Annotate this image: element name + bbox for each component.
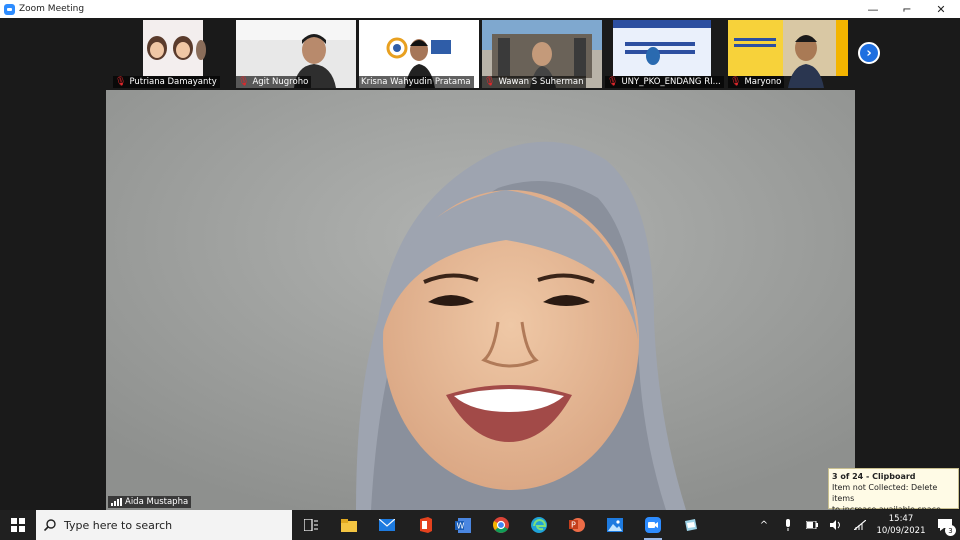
active-speaker-video: Aida Mustapha <box>106 90 855 510</box>
notification-count-badge: 3 <box>945 525 956 536</box>
task-view-icon <box>304 519 318 531</box>
participant-tile[interactable]: 🎙 Wawan S Suherman <box>482 20 602 88</box>
speaker-nametag: Aida Mustapha <box>108 496 192 508</box>
action-center-button[interactable]: 3 <box>930 510 960 540</box>
word-button[interactable]: W <box>444 510 482 540</box>
participant-nametag: 🎙 Agit Nugroho <box>236 76 312 88</box>
office-icon <box>420 517 432 533</box>
word-icon: W <box>455 517 471 533</box>
clipboard-notification[interactable]: 3 of 24 - Clipboard Item not Collected: … <box>828 468 959 514</box>
participant-nametag: 🎙 UNY_PKO_ENDANG RI... <box>605 76 724 88</box>
window-title: Zoom Meeting <box>19 4 85 14</box>
close-button[interactable]: ✕ <box>924 0 958 18</box>
meeting-stage: 🎙 Putriana Damayanty 🎙 Agit Nugroho Kris… <box>0 18 960 510</box>
powerpoint-icon: P <box>569 518 585 532</box>
mail-button[interactable] <box>368 510 406 540</box>
photos-icon <box>607 518 623 532</box>
show-hidden-icons-button[interactable]: ^ <box>752 510 776 540</box>
title-bar: Zoom Meeting <box>0 0 960 18</box>
participant-nametag: 🎙 Maryono <box>728 76 785 88</box>
participant-nametag: 🎙 Wawan S Suherman <box>482 76 587 88</box>
chrome-icon <box>493 517 509 533</box>
taskbar-search-box[interactable]: Type here to search <box>36 510 292 540</box>
search-icon <box>44 519 56 531</box>
chrome-button[interactable] <box>482 510 520 540</box>
muted-mic-icon: 🎙 <box>115 77 127 87</box>
participant-gallery: 🎙 Putriana Damayanty 🎙 Agit Nugroho Kris… <box>113 20 851 88</box>
app-icon <box>685 519 697 531</box>
svg-text:W: W <box>457 521 465 530</box>
participant-nametag: 🎙 Putriana Damayanty <box>113 76 220 88</box>
search-placeholder: Type here to search <box>64 518 173 532</box>
photos-button[interactable] <box>596 510 634 540</box>
file-explorer-button[interactable] <box>330 510 368 540</box>
powerpoint-button[interactable]: P <box>558 510 596 540</box>
office-button[interactable] <box>406 510 444 540</box>
participant-tile[interactable]: 🎙 Agit Nugroho <box>236 20 356 88</box>
participant-tile[interactable]: 🎙 Putriana Damayanty <box>113 20 233 88</box>
system-clock[interactable]: 15:47 10/09/2021 <box>872 513 930 537</box>
speaker-video-frame <box>106 90 855 510</box>
participant-tile[interactable]: 🎙 Maryono <box>728 20 848 88</box>
maximize-button[interactable]: ⌐ <box>890 0 924 18</box>
battery-icon[interactable] <box>800 510 824 540</box>
volume-icon[interactable] <box>824 510 848 540</box>
zoom-app-icon <box>645 517 661 533</box>
microphone-icon[interactable] <box>776 510 800 540</box>
pinned-app-button[interactable] <box>672 510 710 540</box>
system-tray: ^ 15:47 10/09/2021 3 <box>752 510 960 540</box>
edge-button[interactable] <box>520 510 558 540</box>
muted-mic-icon: 🎙 <box>484 77 496 87</box>
muted-mic-icon: 🎙 <box>730 77 742 87</box>
task-view-button[interactable] <box>292 510 330 540</box>
zoom-taskbar-button[interactable] <box>634 510 672 540</box>
windows-taskbar: Type here to search W P ^ 15:47 10/09/20… <box>0 510 960 540</box>
edge-icon <box>531 517 547 533</box>
windows-logo-icon <box>11 518 25 532</box>
mail-icon <box>379 519 395 531</box>
clock-date: 10/09/2021 <box>876 526 926 536</box>
participant-nametag: Krisna Wahyudin Pratama <box>359 76 474 88</box>
minimize-button[interactable]: — <box>856 0 890 18</box>
start-button[interactable] <box>0 510 36 540</box>
participant-tile[interactable]: 🎙 UNY_PKO_ENDANG RI... <box>605 20 725 88</box>
clipboard-header: 3 of 24 - Clipboard <box>832 472 916 481</box>
next-page-button[interactable]: › <box>858 42 880 64</box>
clock-time: 15:47 <box>888 514 914 524</box>
network-icon[interactable] <box>848 510 872 540</box>
signal-strength-icon <box>111 498 122 506</box>
muted-mic-icon: 🎙 <box>238 77 250 87</box>
participant-tile[interactable]: Krisna Wahyudin Pratama <box>359 20 479 88</box>
folder-icon <box>341 518 357 532</box>
svg-text:P: P <box>571 521 576 530</box>
clipboard-message-line1: Item not Collected: Delete items <box>832 483 938 503</box>
zoom-icon <box>4 3 15 15</box>
muted-mic-icon: 🎙 <box>607 77 619 87</box>
